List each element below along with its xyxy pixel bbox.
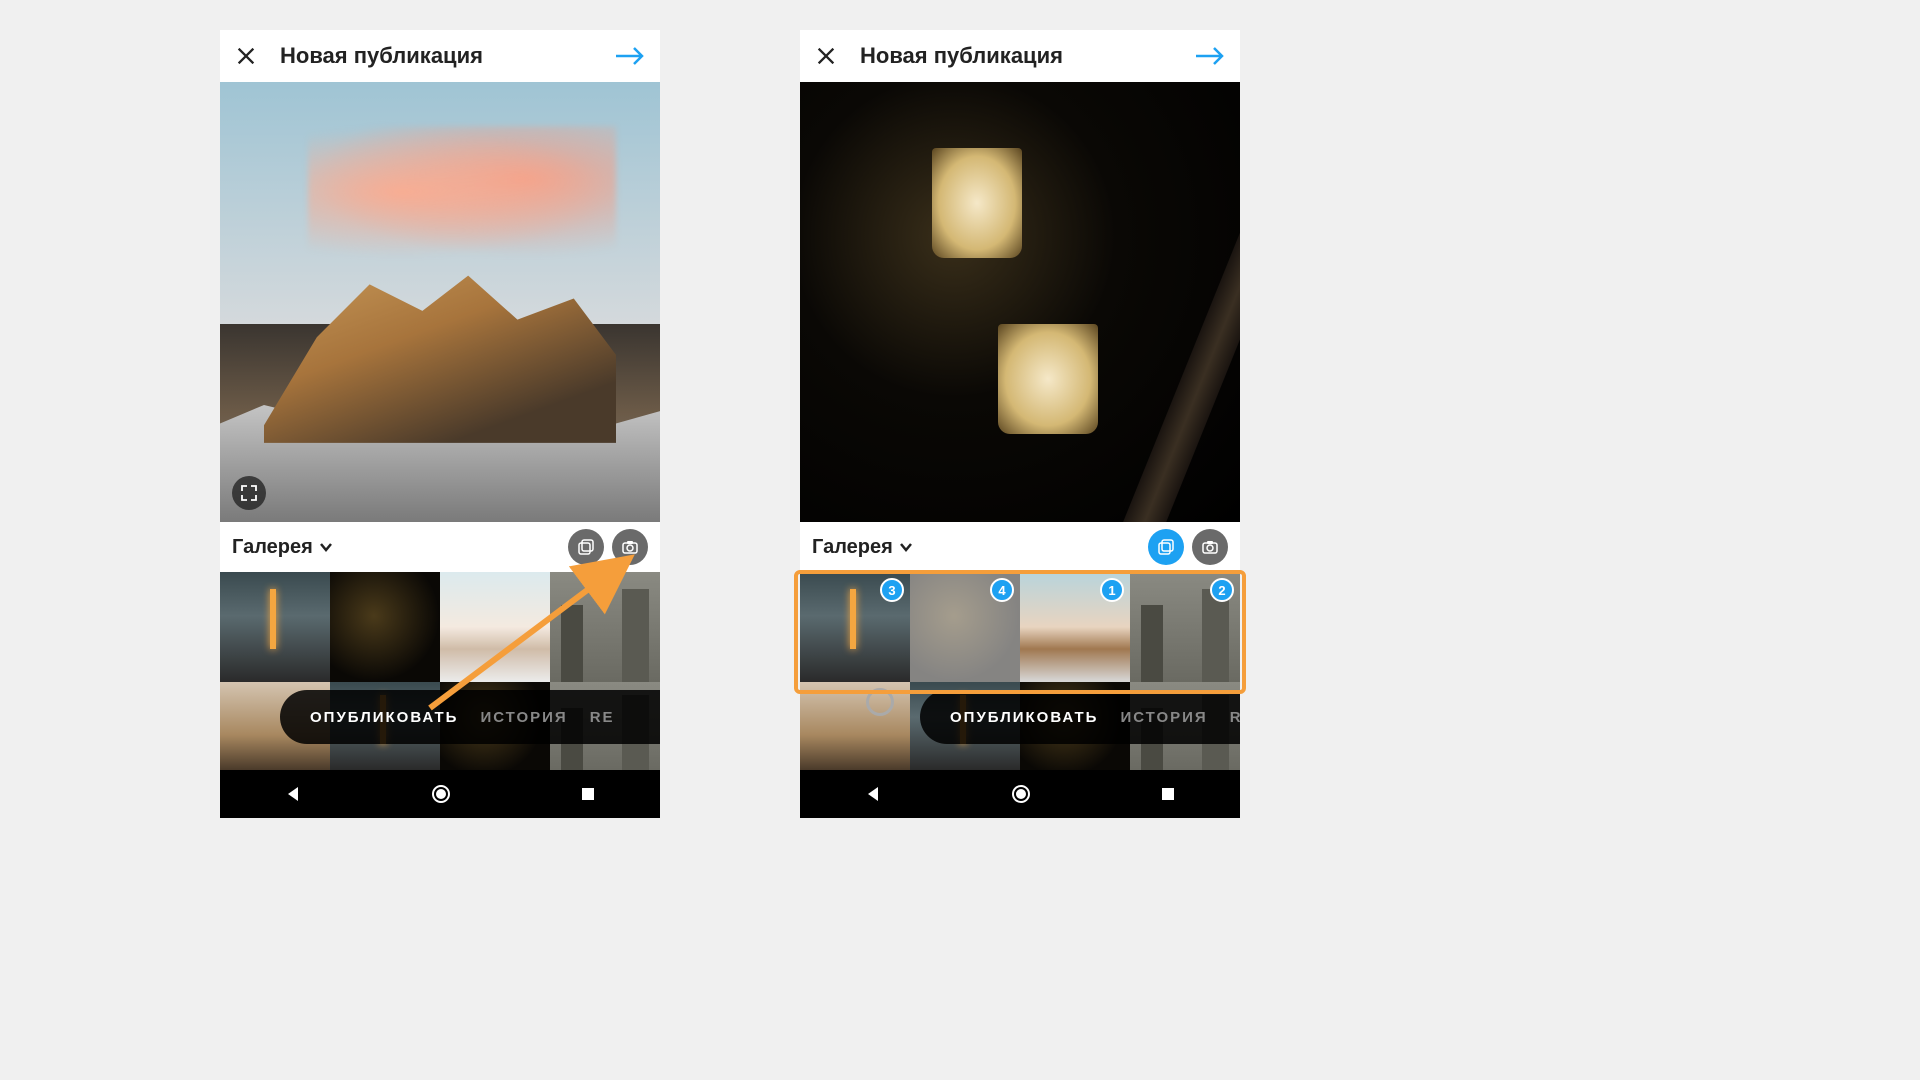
tab-reels[interactable]: RE [590,709,615,726]
mode-pill: ОПУБЛИКОВАТЬ ИСТОРИЯ RE [280,690,660,744]
gallery-dropdown[interactable]: Галерея [812,536,913,559]
nav-back-icon[interactable] [864,785,882,803]
camera-icon[interactable] [1192,529,1228,565]
nav-home-icon[interactable] [1010,783,1032,805]
android-navbar [800,770,1240,818]
gallery-thumb[interactable] [330,572,440,682]
chevron-down-icon [899,542,913,552]
gallery-grid: ОПУБЛИКОВАТЬ ИСТОРИЯ RE [220,572,660,770]
topbar: Новая публикация [800,30,1240,82]
tab-story[interactable]: ИСТОРИЯ [1120,709,1207,726]
multi-select-icon[interactable] [568,529,604,565]
tab-publish[interactable]: ОПУБЛИКОВАТЬ [950,709,1098,726]
gallery-label: Галерея [812,536,893,559]
close-icon[interactable] [812,42,840,70]
phone-screenshot-right: Новая публикация Галерея 3 4 1 [800,30,1240,818]
selection-badge: 2 [1210,578,1234,602]
close-icon[interactable] [232,42,260,70]
nav-recent-icon[interactable] [1160,786,1176,802]
chevron-down-icon [319,542,333,552]
topbar: Новая публикация [220,30,660,82]
tab-publish[interactable]: ОПУБЛИКОВАТЬ [310,709,458,726]
gallery-label: Галерея [232,536,313,559]
page-title: Новая публикация [280,43,612,69]
multi-select-icon[interactable] [1148,529,1184,565]
preview-decor [998,324,1098,434]
selection-badge: 1 [1100,578,1124,602]
gallery-thumb[interactable] [440,572,550,682]
gallery-thumb[interactable]: 3 [800,572,910,682]
tab-reels[interactable]: RE [1230,709,1240,726]
preview-decor [932,148,1022,258]
page-title: Новая публикация [860,43,1192,69]
gallery-dropdown[interactable]: Галерея [232,536,333,559]
gallery-thumb[interactable] [800,682,910,770]
preview-image[interactable] [800,82,1240,522]
next-arrow-icon[interactable] [1192,42,1228,70]
selection-empty-circle [866,688,894,716]
expand-crop-icon[interactable] [232,476,266,510]
preview-image[interactable] [220,82,660,522]
gallery-thumb[interactable]: 2 [1130,572,1240,682]
preview-decor [220,399,660,522]
mode-pill: ОПУБЛИКОВАТЬ ИСТОРИЯ RE [920,690,1240,744]
camera-icon[interactable] [612,529,648,565]
next-arrow-icon[interactable] [612,42,648,70]
preview-decor [1081,138,1240,522]
selection-badge: 3 [880,578,904,602]
android-navbar [220,770,660,818]
gallery-thumb[interactable] [550,572,660,682]
nav-recent-icon[interactable] [580,786,596,802]
gallery-thumb[interactable] [220,572,330,682]
gallery-grid: 3 4 1 2 ОПУБЛИКОВАТЬ ИСТОРИЯ RE [800,572,1240,770]
phone-screenshot-left: Новая публикация Галерея О [220,30,660,818]
gallery-thumb[interactable]: 4 [910,572,1020,682]
nav-home-icon[interactable] [430,783,452,805]
tab-story[interactable]: ИСТОРИЯ [480,709,567,726]
source-selector-row: Галерея [800,522,1240,572]
nav-back-icon[interactable] [284,785,302,803]
gallery-thumb[interactable]: 1 [1020,572,1130,682]
source-selector-row: Галерея [220,522,660,572]
selection-badge: 4 [990,578,1014,602]
